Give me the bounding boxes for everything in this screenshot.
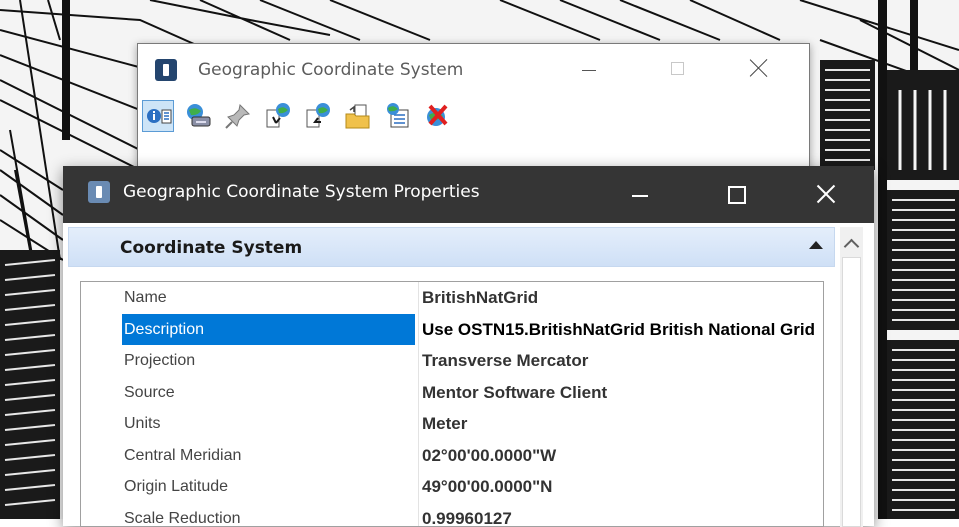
app-icon <box>88 181 110 203</box>
property-name: Scale Reduction <box>122 503 415 527</box>
maximize-button[interactable] <box>656 52 700 84</box>
property-value[interactable]: Meter <box>422 408 822 439</box>
globe-list-icon[interactable] <box>382 100 414 132</box>
property-name: Source <box>122 377 415 408</box>
properties-titlebar[interactable]: Geographic Coordinate System Properties <box>63 166 874 223</box>
property-name: Central Meridian <box>122 440 415 471</box>
maximize-button[interactable] <box>714 176 758 212</box>
properties-window: Geographic Coordinate System Properties … <box>63 166 874 526</box>
globe-disk-icon[interactable] <box>182 100 214 132</box>
close-button[interactable] <box>804 176 848 212</box>
property-row[interactable]: NameBritishNatGrid <box>81 282 823 313</box>
minimize-button[interactable] <box>568 52 612 84</box>
collapse-chevron-icon[interactable] <box>809 241 823 249</box>
window-title: Geographic Coordinate System Properties <box>123 182 480 202</box>
pushpin-icon[interactable] <box>222 100 254 132</box>
scrollbar-thumb[interactable] <box>842 257 861 527</box>
section-title: Coordinate System <box>120 238 302 258</box>
property-name: Units <box>122 408 415 439</box>
globe-import-icon[interactable] <box>302 100 334 132</box>
globe-export-icon[interactable] <box>262 100 294 132</box>
globe-delete-icon[interactable] <box>422 100 454 132</box>
property-name: Origin Latitude <box>122 471 415 502</box>
properties-body: Coordinate System NameBritishNatGridDesc… <box>63 223 874 526</box>
app-icon <box>155 59 177 81</box>
property-value[interactable]: Use OSTN15.BritishNatGrid British Nation… <box>422 314 822 345</box>
property-name: Description <box>122 314 415 345</box>
property-value[interactable]: Transverse Mercator <box>422 345 822 376</box>
property-row[interactable]: ProjectionTransverse Mercator <box>81 345 823 376</box>
property-name: Projection <box>122 345 415 376</box>
toolbar <box>138 96 809 136</box>
gcs-window: Geographic Coordinate System <box>137 43 810 185</box>
property-value[interactable]: 02°00'00.0000"W <box>422 440 822 471</box>
minimize-button[interactable] <box>618 176 662 212</box>
property-row[interactable]: Central Meridian02°00'00.0000"W <box>81 440 823 471</box>
property-row[interactable]: Scale Reduction 0.99960127 <box>81 503 823 527</box>
scroll-up-icon[interactable] <box>844 239 860 255</box>
close-button[interactable] <box>737 52 781 84</box>
folder-open-icon[interactable] <box>342 100 374 132</box>
property-value[interactable]: Mentor Software Client <box>422 377 822 408</box>
property-row[interactable]: SourceMentor Software Client <box>81 377 823 408</box>
section-header[interactable]: Coordinate System <box>68 227 835 267</box>
property-value[interactable]: BritishNatGrid <box>422 282 822 313</box>
property-row[interactable]: DescriptionUse OSTN15.BritishNatGrid Bri… <box>81 314 823 345</box>
gcs-titlebar[interactable]: Geographic Coordinate System <box>138 44 809 96</box>
info-list-icon[interactable] <box>142 100 174 132</box>
property-grid: NameBritishNatGridDescriptionUse OSTN15.… <box>80 281 824 527</box>
property-value[interactable]: 0.99960127 <box>422 503 822 527</box>
property-row[interactable]: UnitsMeter <box>81 408 823 439</box>
vertical-scrollbar[interactable] <box>840 227 863 527</box>
property-row[interactable]: Origin Latitude49°00'00.0000"N <box>81 471 823 502</box>
property-value[interactable]: 49°00'00.0000"N <box>422 471 822 502</box>
property-name: Name <box>122 282 415 313</box>
window-title: Geographic Coordinate System <box>198 60 463 80</box>
